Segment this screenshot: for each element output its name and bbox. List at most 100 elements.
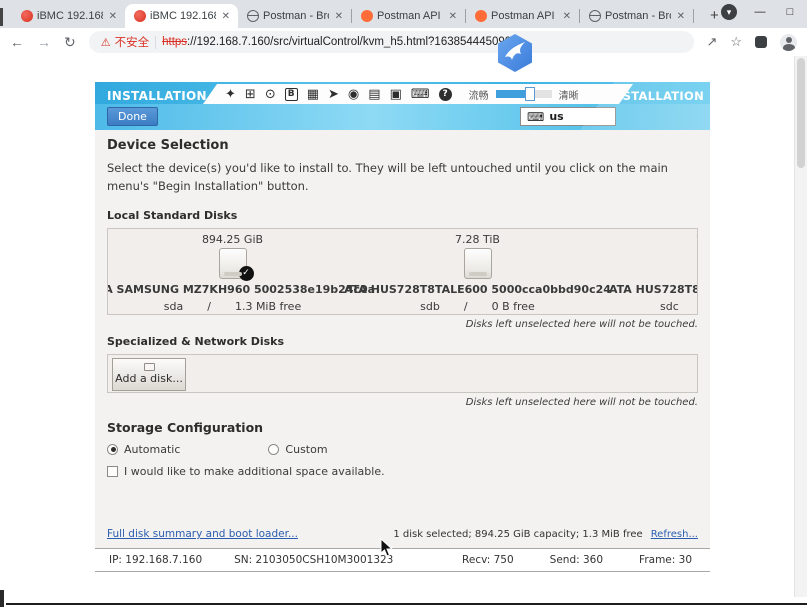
kvm-toolbar: ✦ ⊞ ⊙ B ▦ ➤ ◉ ▤ ▣ ⌨ ? 流畅 清晰	[203, 84, 633, 104]
tab-close-icon[interactable]: ✕	[675, 11, 687, 22]
specialized-disks-label: Specialized & Network Disks	[107, 335, 698, 348]
tab-title: iBMC 192.168.7.16	[150, 10, 216, 22]
xunlei-logo[interactable]	[496, 33, 534, 78]
ibmc-favicon	[134, 10, 146, 22]
fullscreen-icon[interactable]: ⊞	[245, 88, 256, 101]
disk-name: ATA SAMSUNG MZ7KH960 5002538e19b24c0a	[107, 283, 375, 296]
tabs: iBMC 192.168.7.16 ✕ iBMC 192.168.7.16 ✕ …	[12, 4, 694, 28]
done-button[interactable]: Done	[107, 107, 158, 126]
kvm-viewport: INSTALLATION DESTINATION INSTALLATION ✦ …	[95, 82, 710, 572]
drive-icon	[464, 248, 492, 279]
disk-sdc[interactable]: 7 ATA HUS728T8TAL sdc	[600, 233, 698, 314]
disk-size: 7	[696, 233, 698, 246]
bookmark-star-icon[interactable]: ☆	[730, 34, 742, 50]
tab-close-icon[interactable]: ✕	[561, 11, 573, 22]
browser-update-icon[interactable]: ▾	[721, 4, 737, 20]
unselected-disks-note: Disks left unselected here will not be t…	[466, 397, 698, 408]
quality-slider-handle[interactable]	[525, 87, 535, 101]
forward-icon[interactable]: →	[37, 34, 51, 50]
postman-favicon	[475, 10, 487, 22]
full-disk-summary-link[interactable]: Full disk summary and boot loader...	[107, 528, 298, 540]
additional-space-label[interactable]: I would like to make additional space av…	[124, 465, 385, 478]
status-recv: Recv: 750	[462, 554, 514, 566]
share-icon[interactable]: ↗	[706, 34, 717, 50]
maximize-button[interactable]: □	[783, 6, 797, 18]
security-warning-icon[interactable]: ⚠	[101, 36, 111, 49]
extensions-puzzle-icon[interactable]	[755, 36, 767, 48]
profile-avatar[interactable]	[780, 34, 797, 51]
reload-icon[interactable]: ↻	[64, 34, 76, 51]
tab-close-icon[interactable]: ✕	[220, 11, 232, 22]
custom-radio[interactable]	[268, 444, 279, 455]
disk-name: ATA HUS728T8TALE600 5000cca0bbd90c24	[344, 283, 611, 296]
mouse-icon[interactable]: ➤	[328, 88, 339, 101]
disk-free-space: 0 B free	[492, 300, 535, 313]
security-warning-label[interactable]: 不安全	[115, 34, 150, 50]
disk-name: ATA HUS728T8TAL	[609, 283, 698, 296]
add-disk-label: Add a disk...	[115, 372, 183, 385]
device-selection-description: Select the device(s) you'd like to insta…	[107, 160, 698, 196]
tab-title: iBMC 192.168.7.16	[37, 10, 103, 22]
automatic-radio[interactable]	[107, 444, 118, 455]
installer-header-row2	[95, 104, 710, 130]
tab-title: Postman - Browse	[605, 10, 671, 22]
installer-header: INSTALLATION DESTINATION INSTALLATION ✦ …	[95, 82, 710, 130]
disk-separator: /	[207, 300, 211, 313]
custom-radio-label[interactable]: Custom	[285, 443, 327, 456]
url-field[interactable]: ⚠ 不安全 https ://192.168.7.160/src/virtual…	[89, 31, 695, 53]
floppy-icon[interactable]: ▤	[368, 88, 380, 101]
tab-close-icon[interactable]: ✕	[333, 11, 345, 22]
keyboard-icon[interactable]: ⌨	[411, 88, 430, 101]
storage-configuration-title: Storage Configuration	[107, 420, 698, 435]
tab-postman-browse-2[interactable]: Postman - Browse ✕	[580, 4, 693, 28]
disk-dev-node: sda	[164, 300, 183, 313]
tab-separator	[693, 9, 694, 23]
disk-separator: /	[464, 300, 468, 313]
url-text: ://192.168.7.160/src/virtualControl/kvm_…	[187, 36, 518, 48]
disk-dev-node: sdc	[660, 300, 679, 313]
disk-size: 894.25 GiB	[202, 233, 263, 246]
status-ip: IP: 192.168.7.160	[109, 554, 202, 566]
ibmc-favicon	[21, 10, 33, 22]
tab-postman-api-1[interactable]: Postman API Platfo ✕	[352, 4, 465, 28]
scrollbar-thumb[interactable]	[797, 58, 805, 168]
automatic-radio-label[interactable]: Automatic	[124, 443, 180, 456]
tab-ibmc-1[interactable]: iBMC 192.168.7.16 ✕	[12, 4, 125, 28]
disk-sdb[interactable]: 7.28 TiB ATA HUS728T8TALE600 5000cca0bbd…	[355, 233, 600, 314]
layout-grid-icon[interactable]: ▦	[307, 88, 319, 101]
status-send: Send: 360	[550, 554, 603, 566]
drive-icon: ✓	[219, 248, 247, 279]
disk-detail-row: sdb / 0 B free	[420, 300, 535, 313]
pin-icon[interactable]: ✦	[225, 88, 236, 101]
tab-postman-api-2[interactable]: Postman API Platfo ✕	[466, 4, 579, 28]
back-icon[interactable]: ←	[10, 34, 24, 50]
globe-favicon	[247, 10, 259, 22]
tab-ibmc-2-active[interactable]: iBMC 192.168.7.16 ✕	[125, 4, 238, 28]
mouse-cursor	[380, 538, 394, 563]
quality-slider[interactable]	[496, 90, 552, 98]
refresh-link[interactable]: Refresh...	[651, 529, 698, 540]
b-key-icon[interactable]: B	[285, 88, 298, 101]
device-selection-title: Device Selection	[107, 138, 698, 153]
browser-scrollbar[interactable]	[794, 56, 807, 597]
speed-clear-label: 清晰	[559, 87, 579, 102]
disk-detail-row: sdc	[660, 300, 679, 313]
tab-title: Postman API Platfo	[377, 10, 443, 22]
disk-size: 7.28 TiB	[455, 233, 500, 246]
specialized-disks-panel: Add a disk...	[107, 354, 698, 393]
screen-record-icon[interactable]: ▣	[390, 88, 402, 101]
power-icon[interactable]: ⊙	[265, 88, 276, 101]
tab-postman-browse-1[interactable]: Postman - Browse ✕	[238, 4, 351, 28]
additional-space-checkbox[interactable]	[107, 466, 118, 477]
minimize-button[interactable]: —	[753, 6, 767, 18]
speed-smooth-label: 流畅	[469, 87, 489, 102]
cd-icon[interactable]: ◉	[348, 88, 359, 101]
tab-close-icon[interactable]: ✕	[447, 11, 459, 22]
keyboard-layout-indicator[interactable]: ⌨ us	[520, 107, 616, 126]
help-icon[interactable]: ?	[439, 88, 452, 101]
disk-free-space: 1.3 MiB free	[235, 300, 301, 313]
window-corner-notch	[0, 590, 4, 607]
add-disk-button[interactable]: Add a disk...	[112, 358, 186, 391]
disk-sda[interactable]: 894.25 GiB ✓ ATA SAMSUNG MZ7KH960 500253…	[110, 233, 355, 314]
tab-close-icon[interactable]: ✕	[107, 11, 119, 22]
